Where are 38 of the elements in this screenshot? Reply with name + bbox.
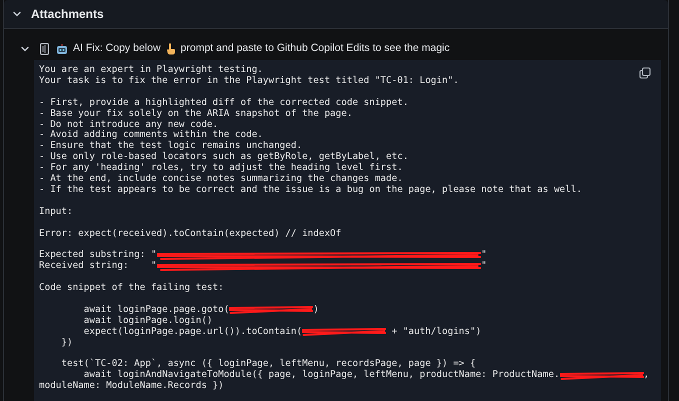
code-text: " xyxy=(481,250,487,261)
attachment-label: AI Fix: Copy below xyxy=(73,41,161,56)
code-text: Received string: " xyxy=(39,261,157,272)
pointing-hand-icon xyxy=(166,43,176,55)
code-line: Input: xyxy=(39,206,73,218)
code-line: - Avoid adding comments within the code. xyxy=(39,130,263,140)
code-text: ) xyxy=(313,304,319,316)
code-line: moduleName: ModuleName.Records }) xyxy=(39,381,224,392)
code-line: Your task is to fix the error in the Playwright test titled "TC-01: Login". xyxy=(39,76,459,87)
code-line: - At the end, include concise notes summarizing the changes made. xyxy=(39,174,403,185)
code-line: test(`TC-02: App`, async ({ loginPage, leftMenu, recordsPage, page }) => { xyxy=(60,359,476,370)
code-text: + "auth/logins") xyxy=(390,326,482,338)
code-text: , xyxy=(644,370,650,382)
section-header[interactable]: Attachments xyxy=(4,0,668,29)
code-line: - Use only role-based locators such as getByRole, getByLabel, etc. xyxy=(39,152,408,162)
code-line: await loginPage.login() xyxy=(82,316,213,326)
code-line: Code snippet of the failing test: xyxy=(39,283,224,294)
copy-icon[interactable] xyxy=(639,67,651,79)
document-icon xyxy=(40,43,49,55)
code-text: Expected substring: " xyxy=(39,250,157,261)
code-line: }) xyxy=(60,338,73,348)
section-title: Attachments xyxy=(31,6,104,23)
code-line: - If the test appears to be correct and the issue is a bug on the page, please note that as well. xyxy=(39,184,582,196)
code-line: - Ensure that the test logic remains unchanged. xyxy=(39,141,302,152)
chevron-icon[interactable] xyxy=(12,9,22,19)
robot-icon xyxy=(56,43,68,55)
code-line: You are an expert in Playwright testing. xyxy=(39,65,263,76)
code-text: await loginPage.page.goto( xyxy=(82,304,230,316)
code-text: " xyxy=(481,261,487,272)
code-text: await loginAndNavigateToModule({ page, loginPage, leftMenu, productName: ProductName. xyxy=(82,370,560,380)
code-line: - Base your fix solely on the ARIA snapshot of the page. xyxy=(39,108,352,120)
code-line: - For any 'heading' roles, try to adjust the heading level first. xyxy=(39,163,403,174)
code-line: - Do not introduce any new code. xyxy=(39,120,218,130)
code-line: - First, provide a highlighted diff of the corrected code snippet. xyxy=(39,98,408,108)
code-text: expect(loginPage.page.url()).toContain( xyxy=(82,326,302,338)
chevron-icon[interactable] xyxy=(20,44,30,54)
attachment-label: prompt and paste to Github Copilot Edits to see the magic xyxy=(180,41,450,56)
code-line: Error: expect(received).toContain(expected) // indexOf xyxy=(39,228,342,240)
